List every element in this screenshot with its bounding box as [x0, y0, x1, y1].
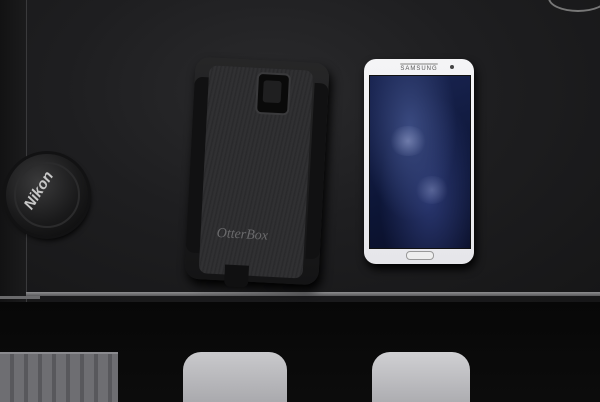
case-brand: OtterBox — [216, 225, 269, 244]
photo-scene: Nikon OtterBox SAMSUNG — [0, 0, 600, 402]
table-edge-left — [0, 296, 40, 299]
shoe-left — [183, 352, 287, 402]
otterbox-case: OtterBox — [184, 56, 330, 288]
phone-home-button — [406, 251, 434, 260]
shoe-right — [372, 352, 470, 402]
case-bottom-flap — [223, 264, 250, 288]
nikon-lens-cap: Nikon — [6, 154, 88, 236]
samsung-phone: SAMSUNG — [364, 59, 474, 264]
phone-screen — [369, 75, 471, 249]
table-left-strip — [0, 0, 27, 302]
floor-box — [0, 352, 118, 402]
phone-speaker — [400, 63, 438, 65]
screen-glare-secondary — [414, 176, 450, 204]
table-edge — [26, 292, 600, 296]
case-camera-cutout — [254, 71, 292, 116]
phone-brand: SAMSUNG — [400, 66, 438, 72]
case-camera-window — [262, 80, 282, 104]
screen-glare — [388, 126, 428, 156]
